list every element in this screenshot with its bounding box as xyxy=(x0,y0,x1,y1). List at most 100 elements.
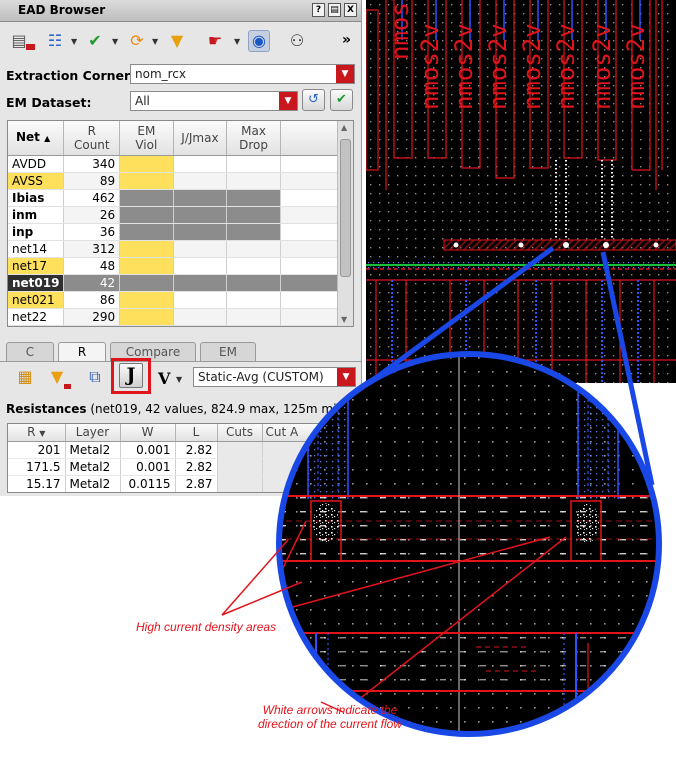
filler-cell xyxy=(280,274,339,292)
r-value: 15.17 xyxy=(8,475,66,492)
em-viol-cell xyxy=(119,189,174,207)
resistance-row[interactable]: 201 Metal2 0.001 2.82 xyxy=(8,441,323,459)
filler-cell xyxy=(280,240,339,258)
title-bar: EAD Browser ? ▤ X xyxy=(0,0,361,22)
dataset-check-button[interactable]: ✔ xyxy=(330,89,353,111)
jjmax-cell xyxy=(173,274,228,292)
filter-icon[interactable]: ▼ xyxy=(166,30,188,52)
jjmax-cell xyxy=(173,155,228,173)
net-row-net14[interactable]: net14 312 xyxy=(8,240,339,258)
net-table[interactable]: Net ▲ R Count EM Viol J/Jmax Max Drop AV… xyxy=(7,120,354,327)
help-button[interactable]: ? xyxy=(312,3,325,17)
chevron-down-icon[interactable]: ▼ xyxy=(234,37,240,46)
resistance-row[interactable]: 15.17 Metal2 0.0115 2.87 xyxy=(8,475,323,492)
jjmax-cell xyxy=(173,206,228,224)
chevron-down-icon[interactable]: ▼ xyxy=(176,375,182,384)
resistances-title: Resistances xyxy=(6,402,87,416)
sort-ascending-icon: ▲ xyxy=(44,133,51,143)
resistance-row[interactable]: 171.5 Metal2 0.001 2.82 xyxy=(8,458,323,476)
device-label: nmos2v xyxy=(450,23,478,110)
net-row-Ibias[interactable]: Ibias 462 xyxy=(8,189,339,207)
em-viol-cell xyxy=(119,257,174,275)
probe-icon[interactable]: ☛ xyxy=(204,30,226,52)
net-row-net021[interactable]: net021 86 xyxy=(8,291,339,309)
length-value: 2.82 xyxy=(175,441,218,459)
net-row-net17[interactable]: net17 48 xyxy=(8,257,339,275)
tab-em[interactable]: EM xyxy=(200,342,256,362)
r-count: 36 xyxy=(63,223,121,241)
col-w-header[interactable]: W xyxy=(120,424,176,442)
maxdrop-cell xyxy=(226,155,281,173)
em-viol-cell xyxy=(119,155,174,173)
col-maxdrop-header[interactable]: Max Drop xyxy=(226,121,281,156)
r-count: 42 xyxy=(63,274,121,292)
net-row-inp[interactable]: inp 36 xyxy=(8,223,339,241)
extraction-corner-label: Extraction Corner: xyxy=(6,68,136,83)
layer-value: Metal2 xyxy=(65,458,121,476)
current-density-button[interactable]: J xyxy=(119,363,143,388)
net-name: AVSS xyxy=(8,172,65,190)
binoculars-icon[interactable]: ⚇ xyxy=(286,30,308,52)
maxdrop-cell xyxy=(226,291,281,309)
r-count: 26 xyxy=(63,206,121,224)
voltage-button[interactable]: V xyxy=(158,369,170,388)
maxdrop-cell xyxy=(226,274,281,292)
extraction-corner-select[interactable]: nom_rcx ▼ xyxy=(130,64,355,84)
net-row-net019[interactable]: net019 42 xyxy=(8,274,339,292)
chevron-down-icon[interactable]: ▼ xyxy=(71,37,77,46)
close-button[interactable]: X xyxy=(344,3,357,17)
net-name: Ibias xyxy=(8,189,65,207)
scroll-up-icon[interactable]: ▲ xyxy=(341,123,347,132)
em-viol-cell xyxy=(119,223,174,241)
circle-arrow-icon[interactable]: ⟳ xyxy=(126,30,148,52)
col-jjmax-header[interactable]: J/Jmax xyxy=(173,121,228,156)
col-cuts-header[interactable]: Cuts xyxy=(217,424,263,442)
em-viol-cell xyxy=(119,274,174,292)
r-value: 201 xyxy=(8,441,66,459)
graph-icon[interactable]: ▦ xyxy=(14,366,36,388)
tree-icon[interactable]: ☷ xyxy=(44,30,66,52)
main-toolbar: ▤ ☷ ▼ ✔ ▼ ⟳ ▼ ▼ ☛ ▼ ◉ ⚇ » xyxy=(0,22,361,74)
dataset-export-button[interactable]: ↺ xyxy=(302,89,325,111)
em-dataset-select[interactable]: All ▼ xyxy=(130,91,298,111)
net-row-AVSS[interactable]: AVSS 89 xyxy=(8,172,339,190)
maxdrop-cell xyxy=(226,223,281,241)
filler-cell xyxy=(280,308,339,326)
scrollbar-thumb[interactable] xyxy=(340,139,351,277)
restore-button[interactable]: ▤ xyxy=(328,3,341,17)
filter-menu-badge xyxy=(64,384,71,389)
jjmax-cell xyxy=(173,223,228,241)
r-count: 290 xyxy=(63,308,121,326)
col-net-header[interactable]: Net ▲ xyxy=(8,121,65,156)
net-table-scrollbar[interactable]: ▲ ▼ xyxy=(337,121,353,326)
net-row-inm[interactable]: inm 26 xyxy=(8,206,339,224)
col-emviol-header[interactable]: EM Viol xyxy=(119,121,174,156)
col-l-header[interactable]: L xyxy=(175,424,218,442)
col-rcount-header[interactable]: R Count xyxy=(63,121,121,156)
chevron-down-icon[interactable]: ▼ xyxy=(152,37,158,46)
toolbar-overflow-button[interactable]: » xyxy=(342,32,351,48)
zoom-icon[interactable]: ◉ xyxy=(248,30,270,52)
tab-r[interactable]: R xyxy=(58,342,106,362)
length-value: 2.82 xyxy=(175,458,218,476)
col-layer-header[interactable]: Layer xyxy=(65,424,121,442)
mesh-icon[interactable]: ⧉ xyxy=(84,366,106,388)
device-label: nmos2v xyxy=(518,23,546,110)
layout-canvas[interactable]: nmos2v nmos2v nmos2v nmos2v nmos2v nmos2… xyxy=(366,0,676,383)
em-viol-cell xyxy=(119,308,174,326)
tab-c[interactable]: C xyxy=(6,342,54,362)
chevron-down-icon[interactable]: ▼ xyxy=(112,37,118,46)
maxdrop-cell xyxy=(226,308,281,326)
check-icon[interactable]: ✔ xyxy=(84,30,106,52)
cuts-value xyxy=(217,475,263,492)
net-row-AVDD[interactable]: AVDD 340 xyxy=(8,155,339,173)
scroll-down-icon[interactable]: ▼ xyxy=(341,315,347,324)
maxdrop-cell xyxy=(226,172,281,190)
current-density-highlight: J xyxy=(111,358,151,394)
chevron-down-icon: ▼ xyxy=(336,65,354,83)
net-row-net22[interactable]: net22 290 xyxy=(8,308,339,326)
col-r-header[interactable]: R ▼ xyxy=(8,424,66,442)
filler-cell xyxy=(280,172,339,190)
filler-cell xyxy=(280,155,339,173)
length-value: 2.87 xyxy=(175,475,218,492)
